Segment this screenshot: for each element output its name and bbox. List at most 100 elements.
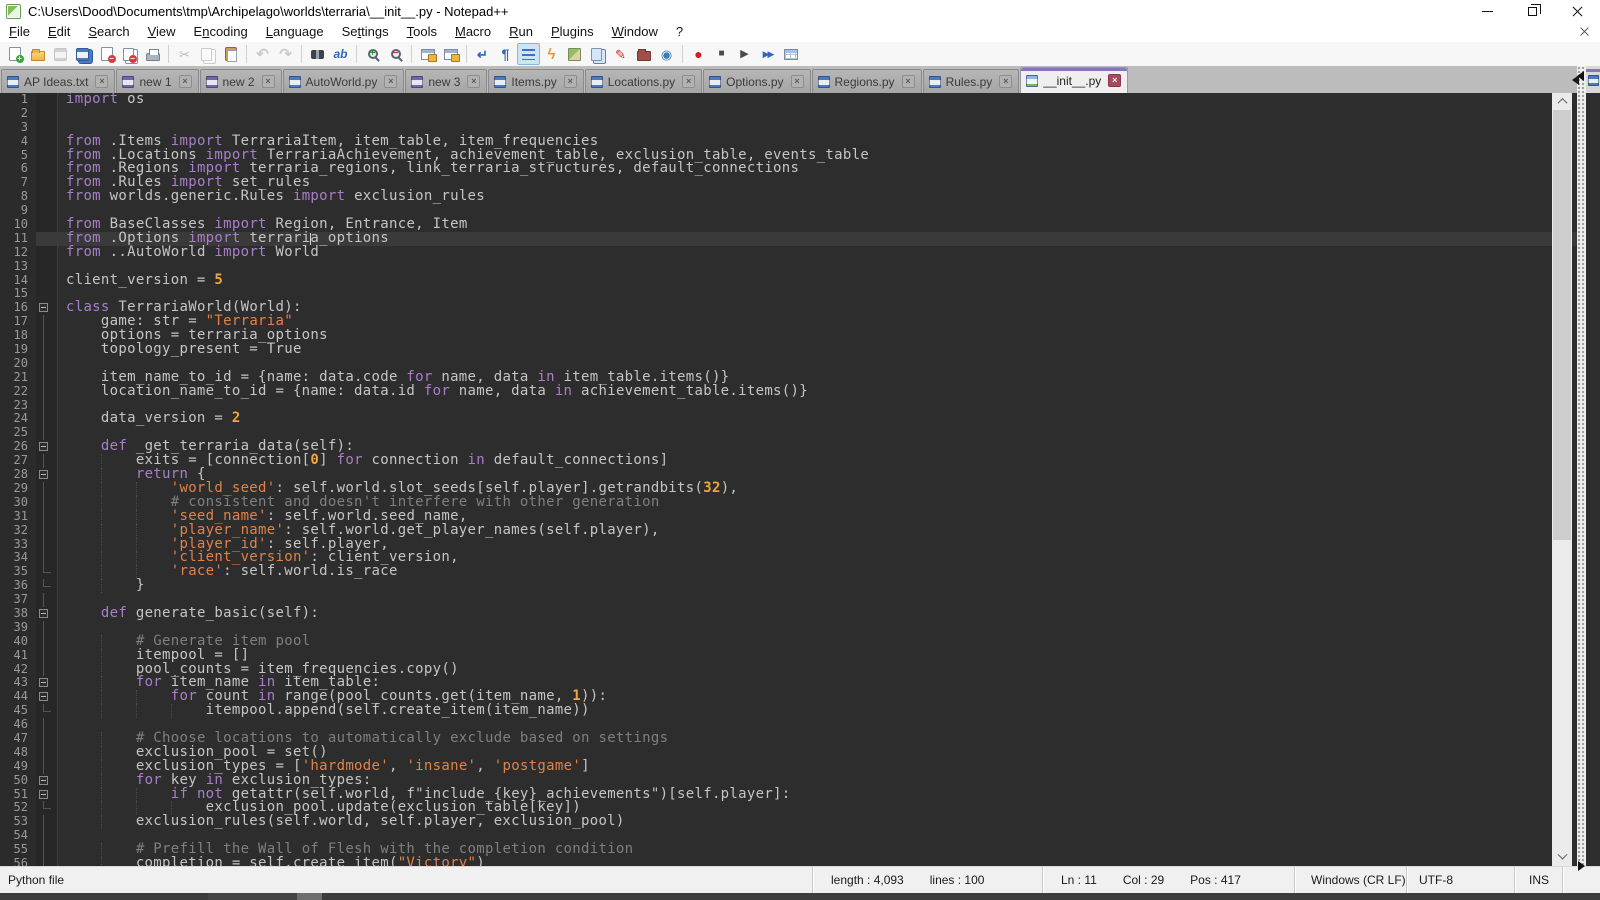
- menu-window[interactable]: Window: [603, 22, 667, 42]
- fold-collapse-icon[interactable]: [39, 678, 48, 687]
- menu-run[interactable]: Run: [500, 22, 542, 42]
- fold-collapse-icon[interactable]: [39, 303, 48, 312]
- tab-close-icon[interactable]: ×: [791, 75, 804, 88]
- code-line[interactable]: 2: [0, 107, 1577, 121]
- function-completion-button[interactable]: ϟ: [540, 43, 563, 65]
- tab-new-3[interactable]: new 3×: [405, 69, 487, 93]
- code-line[interactable]: 12from ..AutoWorld import World: [0, 246, 1577, 260]
- scroll-down-arrow[interactable]: [1552, 849, 1572, 866]
- new-file-button[interactable]: +: [3, 43, 26, 65]
- fold-margin[interactable]: [36, 676, 58, 690]
- fold-collapse-icon[interactable]: [39, 470, 48, 479]
- vertical-scrollbar[interactable]: [1552, 93, 1572, 866]
- fold-margin[interactable]: [36, 468, 58, 482]
- fold-margin[interactable]: [36, 607, 58, 621]
- code-line[interactable]: 22 location_name_to_id = {name: data.id …: [0, 385, 1577, 399]
- code-line[interactable]: 38 def generate_basic(self):: [0, 607, 1577, 621]
- tab-regions-py[interactable]: Regions.py×: [812, 69, 922, 93]
- close-window-button[interactable]: [1555, 0, 1600, 22]
- minimize-button[interactable]: [1465, 0, 1510, 22]
- sync-horizontal-scroll-button[interactable]: [439, 43, 462, 65]
- fold-collapse-icon[interactable]: [39, 692, 48, 701]
- tab-close-icon[interactable]: ×: [262, 75, 275, 88]
- code-line[interactable]: 24 data_version = 2: [0, 412, 1577, 426]
- second-view-tab[interactable]: [1586, 66, 1600, 93]
- fold-collapse-icon[interactable]: [39, 442, 48, 451]
- code-line[interactable]: 14client_version = 5: [0, 274, 1577, 288]
- macro-save-button[interactable]: [779, 43, 802, 65]
- code-line[interactable]: 35 'race': self.world.is_race: [0, 565, 1577, 579]
- menubar-close-icon[interactable]: [1579, 26, 1590, 37]
- document-list-button[interactable]: [586, 43, 609, 65]
- menu-file[interactable]: File: [0, 22, 39, 42]
- close-button[interactable]: −: [95, 43, 118, 65]
- folder-as-workspace-button[interactable]: [632, 43, 655, 65]
- view-splitter[interactable]: [1577, 66, 1586, 866]
- code-line[interactable]: 19 topology_present = True: [0, 343, 1577, 357]
- show-indent-guide-button[interactable]: [517, 43, 540, 65]
- copy-button[interactable]: [196, 43, 219, 65]
- menu-language[interactable]: Language: [257, 22, 333, 42]
- save-all-button[interactable]: [72, 43, 95, 65]
- zoom-in-button[interactable]: [361, 43, 384, 65]
- scrollbar-thumb[interactable]: [1553, 110, 1571, 540]
- menu-edit[interactable]: Edit: [39, 22, 79, 42]
- tab-close-icon[interactable]: ×: [999, 75, 1012, 88]
- tab-close-icon[interactable]: ×: [467, 75, 480, 88]
- function-list-button[interactable]: ✎: [609, 43, 632, 65]
- tab-close-icon[interactable]: ×: [179, 75, 192, 88]
- code-line[interactable]: 56 completion = self.create_item("Victor…: [0, 857, 1577, 866]
- fold-collapse-icon[interactable]: [39, 790, 48, 799]
- code-line[interactable]: 53 exclusion_rules(self.world, self.play…: [0, 815, 1577, 829]
- fold-collapse-icon[interactable]: [39, 776, 48, 785]
- macro-playback-button[interactable]: ▶: [733, 43, 756, 65]
- show-all-characters-button[interactable]: ¶: [494, 43, 517, 65]
- fold-margin[interactable]: [36, 788, 58, 802]
- macro-run-multiple-button[interactable]: ▶▶: [756, 43, 779, 65]
- document-map-button[interactable]: [563, 43, 586, 65]
- monitoring-button[interactable]: ◉: [655, 43, 678, 65]
- find-button[interactable]: [306, 43, 329, 65]
- fold-margin[interactable]: [36, 774, 58, 788]
- tab-close-icon[interactable]: ×: [902, 75, 915, 88]
- macro-record-button[interactable]: ●: [687, 43, 710, 65]
- sync-vertical-scroll-button[interactable]: [416, 43, 439, 65]
- print-button[interactable]: [141, 43, 164, 65]
- fold-collapse-icon[interactable]: [39, 609, 48, 618]
- tab-rules-py[interactable]: Rules.py×: [923, 69, 1020, 93]
- word-wrap-button[interactable]: ↵: [471, 43, 494, 65]
- fold-margin[interactable]: [36, 440, 58, 454]
- tab-close-icon[interactable]: ×: [384, 75, 397, 88]
- menu-settings[interactable]: Settings: [333, 22, 398, 42]
- redo-button[interactable]: ↷: [274, 43, 297, 65]
- menu-plugins[interactable]: Plugins: [542, 22, 603, 42]
- cut-button[interactable]: ✂: [173, 43, 196, 65]
- code-line[interactable]: 27 exits = [connection[0] for connection…: [0, 454, 1577, 468]
- second-view-sliver[interactable]: [1586, 66, 1600, 866]
- scroll-up-arrow[interactable]: [1552, 93, 1572, 110]
- tab-close-icon[interactable]: ×: [564, 75, 577, 88]
- code-line[interactable]: 8from worlds.generic.Rules import exclus…: [0, 190, 1577, 204]
- tab-new-2[interactable]: new 2×: [200, 69, 282, 93]
- menu-search[interactable]: Search: [79, 22, 138, 42]
- tab-new-1[interactable]: new 1×: [116, 69, 198, 93]
- splitter-collapse-right-icon[interactable]: [1578, 861, 1585, 871]
- macro-stop-button[interactable]: ■: [710, 43, 733, 65]
- tab-autoworld-py[interactable]: AutoWorld.py×: [283, 69, 405, 93]
- undo-button[interactable]: ↶: [251, 43, 274, 65]
- close-all-button[interactable]: −: [118, 43, 141, 65]
- code-editor[interactable]: 1import os234from .Items import Terraria…: [0, 93, 1577, 866]
- paste-button[interactable]: [219, 43, 242, 65]
- tab-close-icon[interactable]: ×: [95, 75, 108, 88]
- save-button[interactable]: [49, 43, 72, 65]
- tab-locations-py[interactable]: Locations.py×: [585, 69, 702, 93]
- tab-init-py[interactable]: __init__.py×: [1020, 67, 1128, 93]
- open-file-button[interactable]: [26, 43, 49, 65]
- zoom-out-button[interactable]: [384, 43, 407, 65]
- menu-tools[interactable]: Tools: [398, 22, 446, 42]
- menu-macro[interactable]: Macro: [446, 22, 500, 42]
- menu-encoding[interactable]: Encoding: [185, 22, 257, 42]
- tab-ap-ideas-txt[interactable]: AP Ideas.txt×: [1, 69, 115, 93]
- code-line[interactable]: 36 }: [0, 579, 1577, 593]
- code-line[interactable]: 13: [0, 260, 1577, 274]
